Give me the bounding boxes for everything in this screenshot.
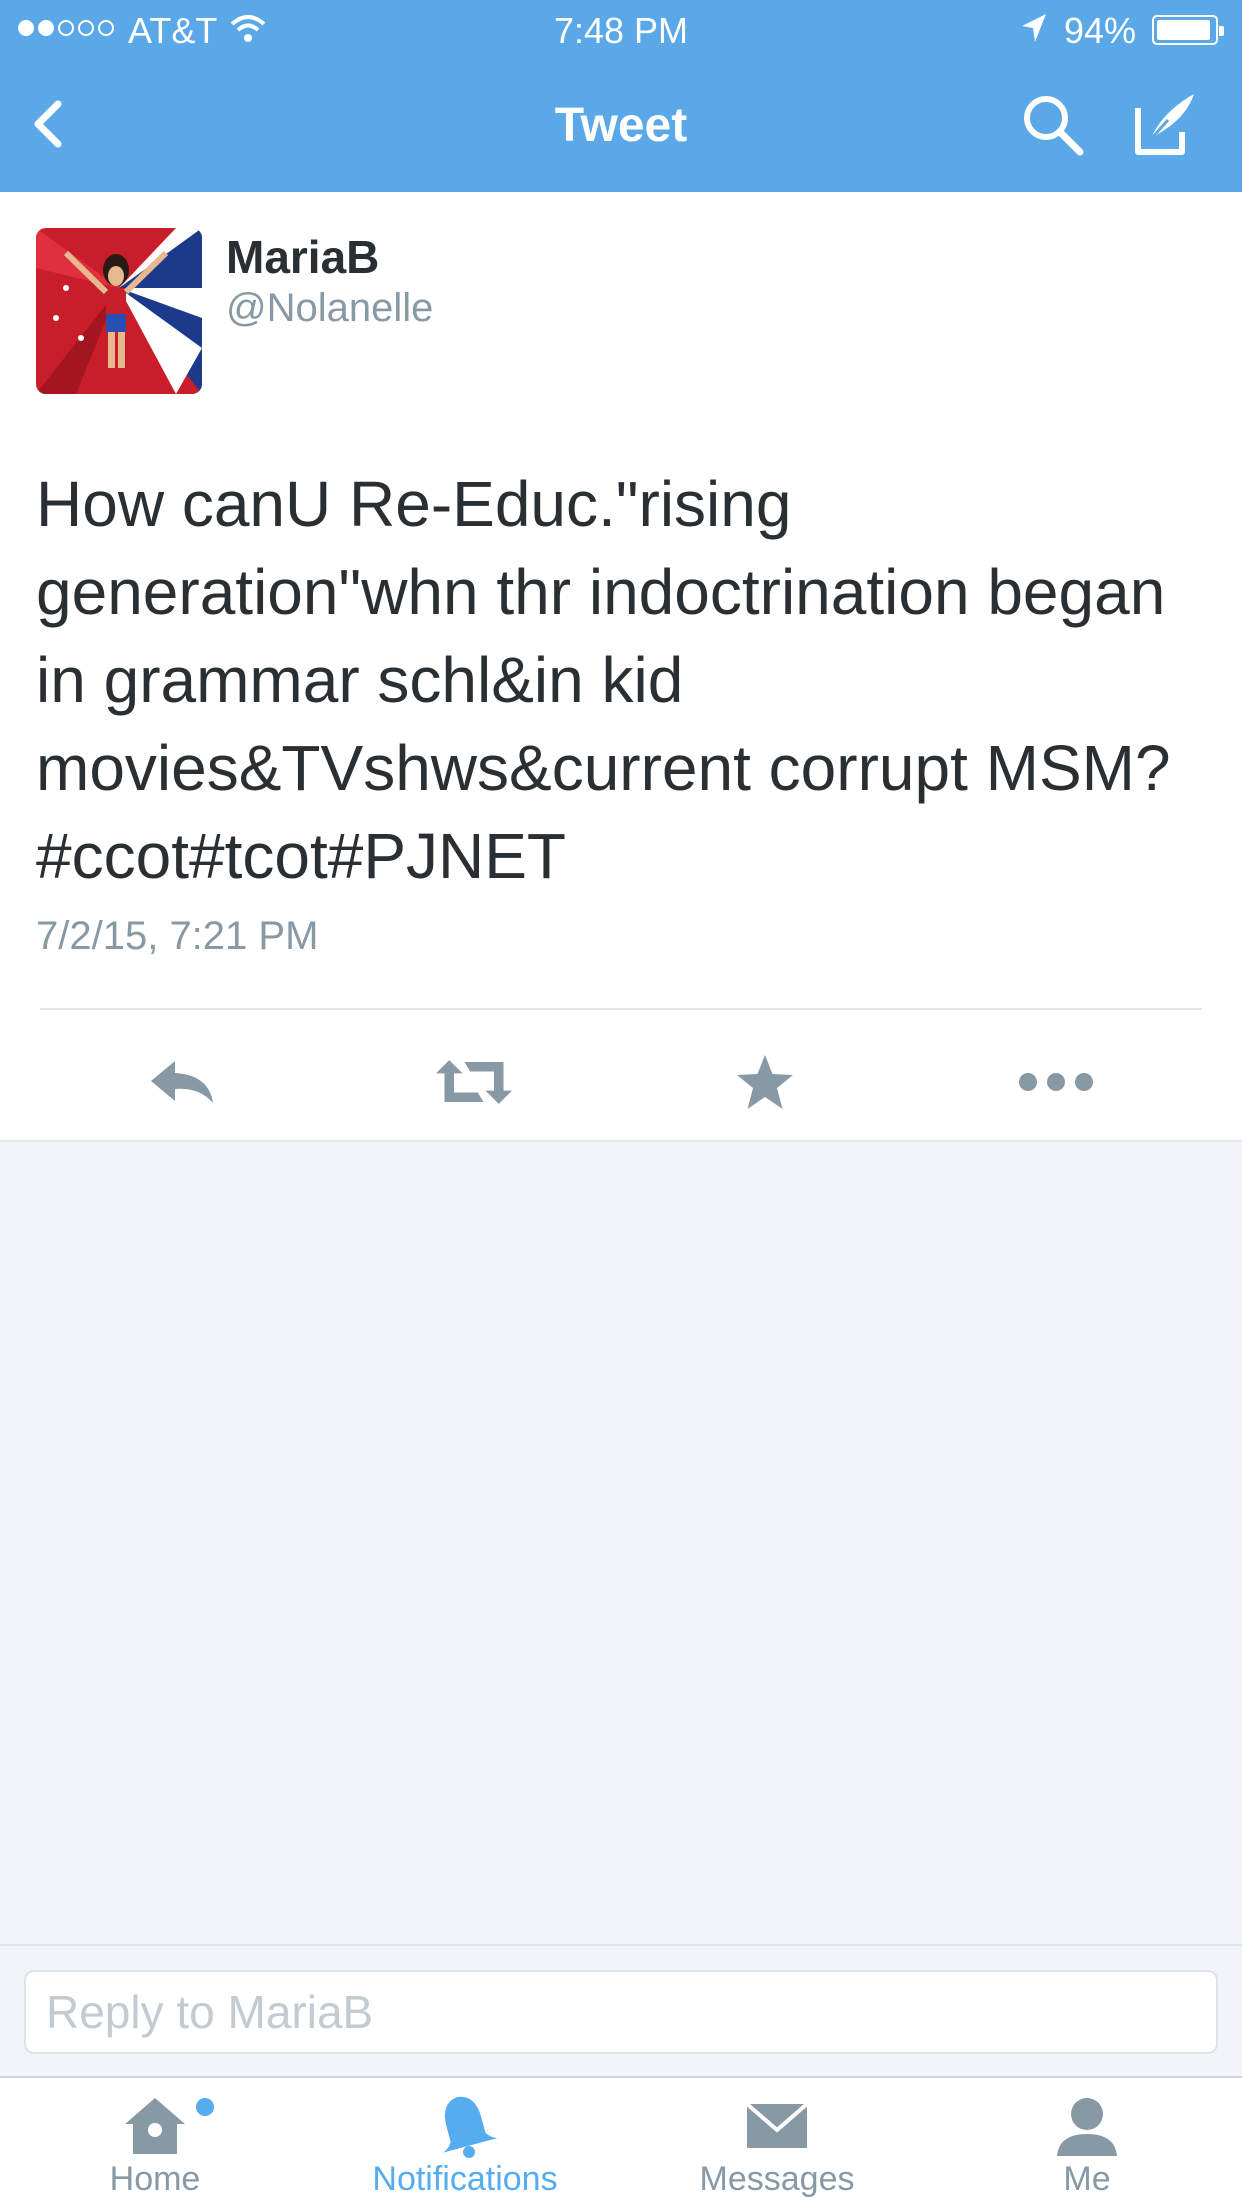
battery-icon: [1152, 15, 1224, 45]
divider: [40, 1008, 1202, 1010]
battery-percent: 94%: [1064, 10, 1137, 51]
tab-label-me: Me: [1063, 2160, 1111, 2198]
navigation-bar: Tweet: [0, 84, 1242, 168]
compose-tweet-icon[interactable]: [1128, 88, 1200, 160]
author-name[interactable]: MariaB: [226, 230, 379, 284]
tweet-detail-card: MariaB @Nolanelle How canU Re-Educ."risi…: [0, 192, 1242, 1142]
reply-icon: [151, 1061, 213, 1103]
retweet-button[interactable]: [434, 1042, 514, 1122]
tab-messages[interactable]: Messages: [622, 2078, 932, 2208]
bell-icon: [443, 2096, 498, 2158]
home-icon: [125, 2098, 185, 2154]
search-icon[interactable]: [1018, 90, 1088, 160]
status-bar: AT&T 7:48 PM 94%: [0, 0, 1242, 60]
avatar[interactable]: [36, 228, 202, 394]
top-bar: AT&T 7:48 PM 94% Tweet: [0, 0, 1242, 192]
tab-home[interactable]: Home: [0, 2078, 310, 2208]
more-options-button[interactable]: [1016, 1042, 1096, 1122]
tweet-timestamp: 7/2/15, 7:21 PM: [36, 914, 319, 958]
author-handle[interactable]: @Nolanelle: [226, 286, 433, 331]
person-icon: [1057, 2098, 1117, 2156]
tweet-text: How canU Re-Educ."rising generation"whn …: [36, 468, 1171, 892]
tab-notifications[interactable]: Notifications: [310, 2078, 620, 2208]
envelope-icon: [745, 2102, 809, 2148]
location-arrow-icon: [1022, 14, 1046, 42]
tab-label-home: Home: [109, 2160, 201, 2198]
tab-bar: Home Notifications Messages Me: [0, 2076, 1242, 2208]
tab-label-notifications: Notifications: [372, 2160, 558, 2198]
more-dots-icon: [1019, 1073, 1093, 1091]
favorite-button[interactable]: [725, 1042, 805, 1122]
retweet-icon: [435, 1060, 513, 1104]
star-icon: [737, 1055, 793, 1109]
reply-bar: [0, 1944, 1242, 2076]
reply-button[interactable]: [142, 1042, 222, 1122]
tab-label-messages: Messages: [699, 2160, 855, 2198]
status-time: 7:48 PM: [553, 10, 689, 51]
reply-input[interactable]: [24, 1970, 1218, 2054]
unread-dot: [196, 2098, 214, 2116]
tab-me[interactable]: Me: [932, 2078, 1242, 2208]
